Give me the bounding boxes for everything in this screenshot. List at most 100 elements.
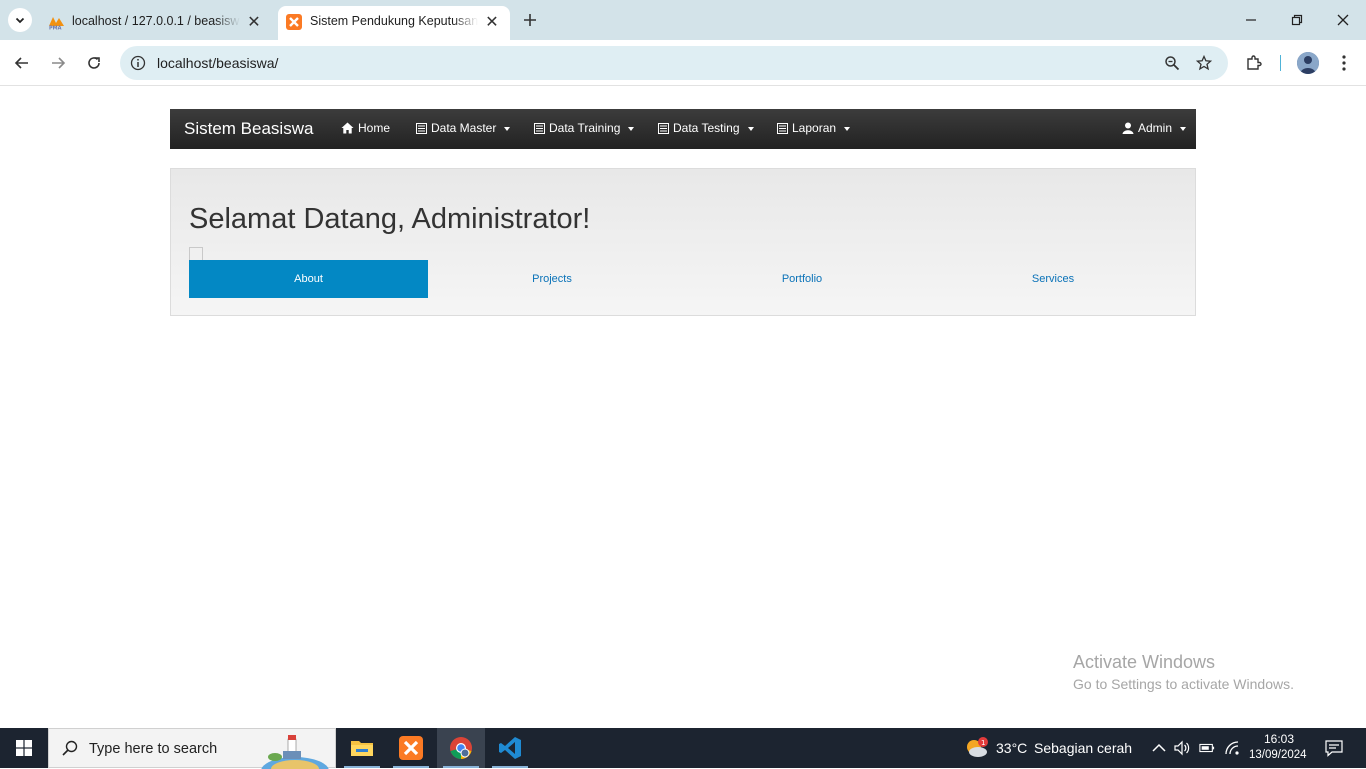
toolbar-separator — [1280, 55, 1281, 71]
taskbar-chrome[interactable] — [437, 728, 485, 768]
activate-windows-title: Activate Windows — [1073, 652, 1216, 672]
wifi-icon[interactable] — [1224, 740, 1240, 756]
navbar-brand[interactable]: Sistem Beasiswa — [184, 119, 313, 139]
tab-title: localhost / 127.0.0.1 / beasiswa — [72, 14, 240, 28]
nav-label: Data Testing — [673, 121, 740, 135]
address-bar[interactable]: localhost/beasiswa/ — [120, 46, 1228, 80]
arrow-left-icon — [14, 57, 28, 69]
close-icon[interactable]: ✕ — [482, 12, 502, 32]
notification-icon — [1325, 740, 1343, 757]
caret-down-icon — [628, 126, 635, 131]
tab-services[interactable]: Services — [958, 260, 1148, 298]
restore-button[interactable] — [1274, 4, 1320, 36]
tab-about[interactable]: About — [189, 260, 428, 298]
tab-phpmyadmin[interactable]: PMA localhost / 127.0.0.1 / beasiswa ✕ — [40, 6, 272, 40]
close-icon — [1337, 14, 1349, 26]
clock-time[interactable]: 16:03 — [1264, 732, 1294, 746]
more-vertical-icon — [1342, 55, 1346, 71]
nav-data-training[interactable]: Data Training — [534, 121, 635, 135]
taskbar-vscode[interactable] — [486, 728, 534, 768]
zoom-icon[interactable] — [1162, 53, 1182, 73]
back-button[interactable] — [8, 49, 36, 77]
site-info-icon[interactable] — [128, 53, 148, 73]
chrome-icon — [450, 737, 472, 759]
search-placeholder: Type here to search — [89, 741, 218, 757]
nav-label: Data Training — [549, 121, 621, 135]
new-tab-button[interactable] — [518, 8, 542, 32]
list-icon — [534, 122, 545, 134]
tab-title: Sistem Pendukung Keputusan P — [310, 14, 478, 28]
taskbar-xampp[interactable] — [387, 728, 435, 768]
plus-icon — [524, 14, 536, 26]
bookmark-star-icon[interactable] — [1194, 53, 1214, 73]
caret-down-icon — [747, 126, 754, 131]
folder-icon — [351, 741, 373, 756]
extensions-button[interactable] — [1240, 49, 1268, 77]
chevron-down-icon — [15, 17, 25, 24]
notifications-button[interactable] — [1324, 738, 1344, 758]
page-title: Selamat Datang, Administrator! — [189, 203, 591, 235]
nav-label: Admin — [1138, 121, 1173, 135]
search-icon — [61, 739, 79, 762]
close-icon[interactable]: ✕ — [244, 12, 264, 32]
browser-menu-button[interactable] — [1330, 49, 1358, 77]
search-highlight-illustration — [255, 729, 335, 769]
tab-spk[interactable]: Sistem Pendukung Keputusan P ✕ — [278, 6, 510, 40]
weather-icon[interactable]: 1 — [964, 736, 990, 760]
puzzle-icon — [1247, 55, 1262, 70]
tab-search-button[interactable] — [8, 8, 32, 32]
windows-logo-icon — [16, 740, 32, 756]
list-icon — [658, 122, 669, 134]
reload-icon — [88, 57, 100, 69]
restore-icon — [1291, 14, 1303, 26]
xampp-icon — [399, 736, 423, 760]
battery-icon[interactable] — [1199, 740, 1215, 756]
weather-temperature[interactable]: 33°C — [996, 740, 1027, 756]
minimize-icon — [1246, 19, 1256, 21]
site-navbar: Sistem Beasiswa Home Data Master Data Tr… — [170, 109, 1196, 149]
clock-date[interactable]: 13/09/2024 — [1249, 749, 1307, 761]
list-icon — [416, 122, 427, 134]
caret-down-icon — [844, 126, 851, 131]
activate-windows-hint: Go to Settings to activate Windows. — [1073, 676, 1294, 692]
arrow-right-icon — [52, 57, 66, 69]
broken-image-icon — [189, 247, 203, 261]
svg-text:PMA: PMA — [49, 26, 62, 31]
list-icon — [777, 122, 788, 134]
forward-button[interactable] — [44, 49, 72, 77]
windows-taskbar: Type here to search 1 33°C Sebagian cera… — [0, 728, 1366, 769]
home-icon — [341, 122, 354, 134]
nav-label: Home — [358, 121, 391, 135]
nav-data-testing[interactable]: Data Testing — [658, 121, 754, 135]
browser-tab-strip: PMA localhost / 127.0.0.1 / beasiswa ✕ S… — [0, 0, 1366, 40]
weather-description[interactable]: Sebagian cerah — [1034, 740, 1132, 756]
nav-label: Laporan — [792, 121, 837, 135]
url-text[interactable]: localhost/beasiswa/ — [157, 55, 278, 71]
speaker-icon[interactable] — [1174, 740, 1190, 756]
tab-portfolio[interactable]: Portfolio — [707, 260, 897, 298]
chevron-up-icon[interactable] — [1151, 740, 1167, 756]
browser-toolbar: localhost/beasiswa/ — [0, 40, 1366, 86]
weather-badge: 1 — [981, 739, 985, 747]
phpmyadmin-icon: PMA — [48, 14, 64, 32]
close-window-button[interactable] — [1320, 4, 1366, 36]
nav-user-admin[interactable]: Admin — [1122, 121, 1187, 135]
reload-button[interactable] — [80, 49, 108, 77]
xampp-icon — [286, 14, 302, 30]
section-tabs: About Projects Portfolio Services — [189, 260, 1179, 298]
vscode-icon — [499, 737, 521, 759]
taskbar-search-box[interactable]: Type here to search — [48, 728, 336, 769]
nav-data-master[interactable]: Data Master — [416, 121, 511, 135]
start-button[interactable] — [0, 728, 48, 768]
tab-projects[interactable]: Projects — [457, 260, 647, 298]
profile-avatar[interactable] — [1297, 52, 1319, 74]
caret-down-icon — [1180, 126, 1187, 131]
user-icon — [1122, 122, 1134, 134]
minimize-button[interactable] — [1228, 4, 1274, 36]
caret-down-icon — [504, 126, 511, 131]
nav-laporan[interactable]: Laporan — [777, 121, 851, 135]
nav-label: Data Master — [431, 121, 497, 135]
taskbar-file-explorer[interactable] — [338, 728, 386, 768]
nav-home[interactable]: Home — [341, 121, 390, 135]
welcome-jumbotron: Selamat Datang, Administrator! About Pro… — [170, 168, 1196, 316]
